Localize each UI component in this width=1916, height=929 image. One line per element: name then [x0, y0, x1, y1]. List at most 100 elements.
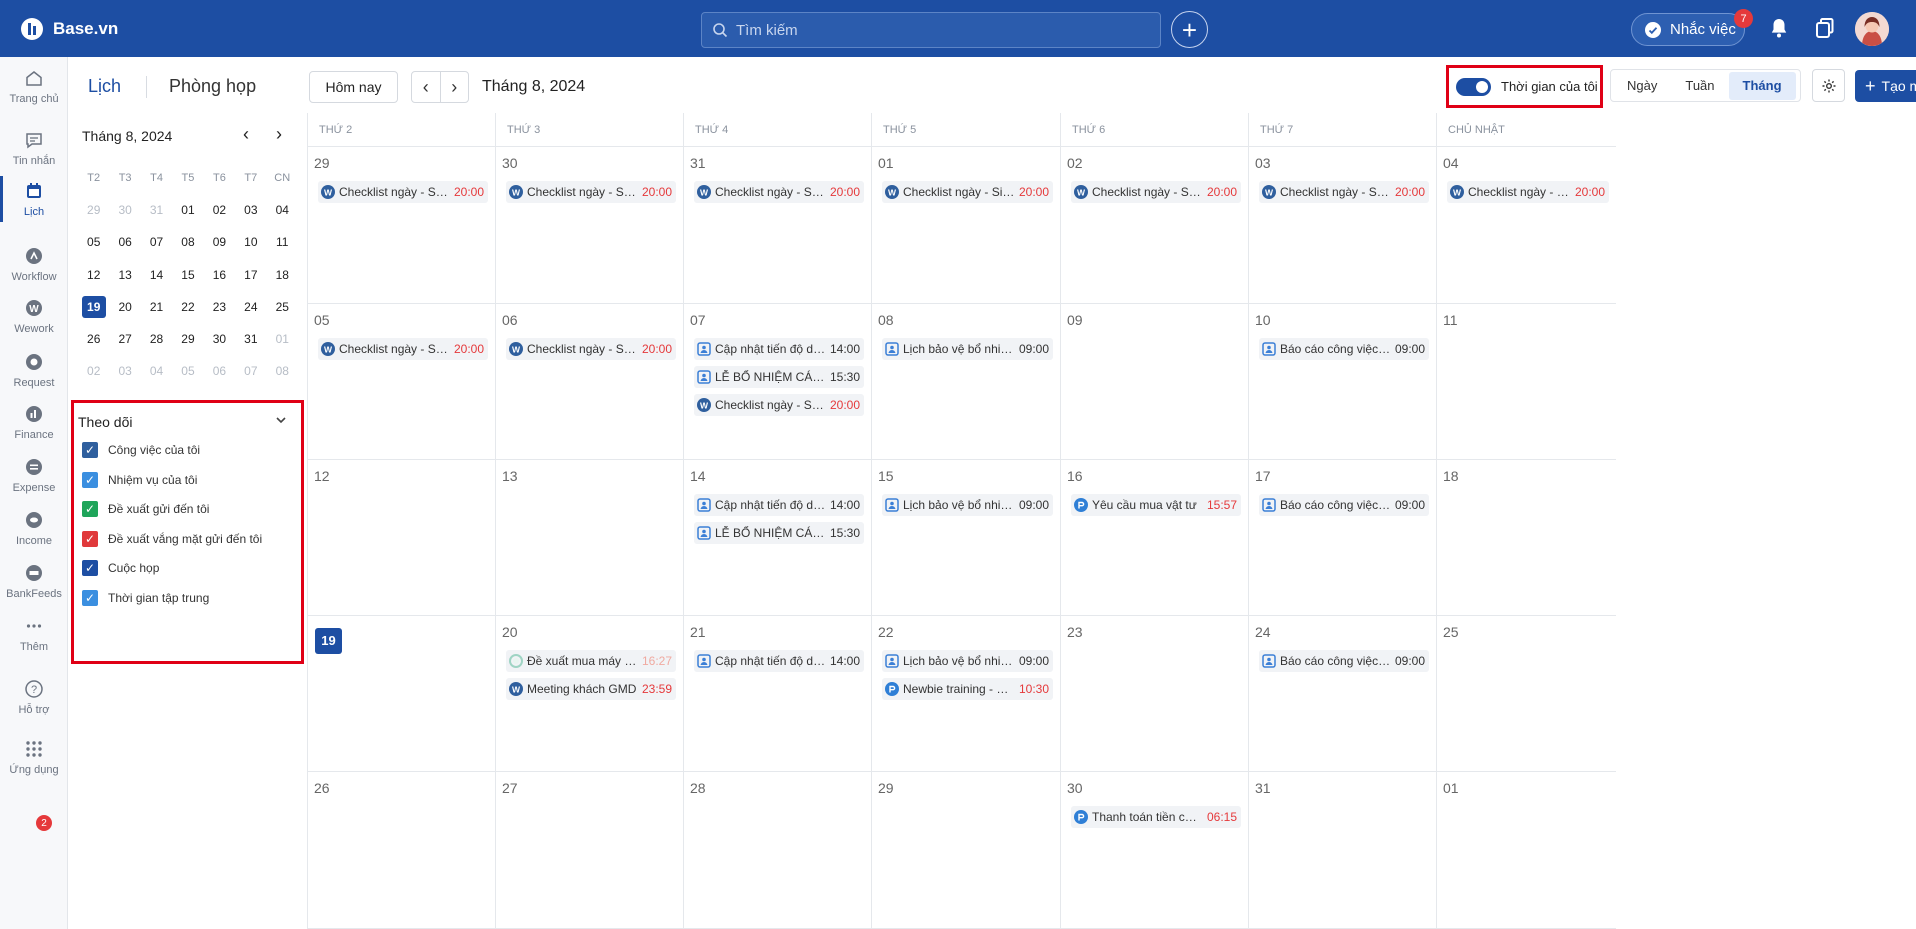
mini-day[interactable]: 29	[172, 332, 203, 346]
calendar-event[interactable]: Yêu cầu mua vật tư 15:57	[1071, 494, 1241, 516]
view-week[interactable]: Tuần	[1671, 72, 1728, 100]
day-number[interactable]: 31	[690, 155, 706, 171]
day-cell[interactable]: 25	[1436, 616, 1616, 772]
day-number[interactable]: 30	[502, 155, 518, 171]
create-new-button[interactable]: + Tạo mới ▼	[1855, 70, 1916, 102]
follow-item[interactable]: ✓ Thời gian tập trung	[82, 588, 209, 608]
quick-add-button[interactable]: +	[1171, 11, 1208, 48]
calendar-event[interactable]: Cập nhật tiến độ dự án CS...14:00	[694, 650, 864, 672]
day-cell[interactable]: 22Lịch bảo vệ bổ nhiệm CBQ...09:00Newbie…	[871, 616, 1060, 772]
follow-item[interactable]: ✓ Cuộc họp	[82, 558, 159, 578]
day-cell[interactable]: 30 Thanh toán tiền chi phí quả...06:15	[1060, 772, 1248, 929]
calendar-event[interactable]: Lịch bảo vệ bổ nhiệm CBQ...09:00	[882, 650, 1053, 672]
mini-day[interactable]: 12	[78, 268, 109, 282]
mini-prev-button[interactable]: ‹	[243, 124, 249, 145]
calendar-event[interactable]: W Checklist ngày - Siêu thị Đô...20:00	[318, 338, 488, 360]
day-number[interactable]: 05	[314, 312, 330, 328]
day-cell[interactable]: 04 W Checklist ngày - Siêu thị Đô...20:00	[1436, 147, 1616, 304]
mini-day[interactable]: 30	[204, 332, 235, 346]
day-cell[interactable]: 31	[1248, 772, 1436, 929]
mini-day[interactable]: 01	[172, 203, 203, 217]
my-time-toggle[interactable]	[1456, 77, 1491, 96]
day-number[interactable]: 24	[1255, 624, 1271, 640]
day-number[interactable]: 10	[1255, 312, 1271, 328]
prev-month-button[interactable]: ‹	[412, 72, 441, 102]
day-cell[interactable]: 05 W Checklist ngày - Siêu thị Đô...20:00	[307, 304, 495, 460]
chevron-down-icon[interactable]	[275, 414, 287, 429]
checkbox-checked-icon[interactable]: ✓	[82, 471, 98, 488]
day-number[interactable]: 18	[1443, 468, 1459, 484]
mini-day[interactable]: 08	[267, 364, 298, 378]
mini-day[interactable]: 31	[235, 332, 266, 346]
day-cell[interactable]: 27	[495, 772, 683, 929]
calendar-event[interactable]: Cập nhật tiến độ dự án CS...14:00	[694, 338, 864, 360]
day-cell[interactable]: 10 Báo cáo công việc phòng K...09:00	[1248, 304, 1436, 460]
calendar-event[interactable]: W Checklist ngày - Siêu thị Đô...20:00	[506, 338, 676, 360]
checkbox-checked-icon[interactable]: ✓	[82, 442, 98, 458]
tab-calendar[interactable]: Lịch	[88, 76, 121, 97]
mini-day[interactable]: 15	[172, 268, 203, 282]
day-cell[interactable]: 29 W Checklist ngày - Siêu thị Đô...20:00	[307, 147, 495, 304]
day-number[interactable]: 13	[502, 468, 518, 484]
rail-item-expense[interactable]: Expense	[0, 446, 68, 504]
day-number[interactable]: 01	[878, 155, 894, 171]
day-cell[interactable]: 19	[307, 616, 495, 772]
day-cell[interactable]: 21 Cập nhật tiến độ dự án CS...14:00	[683, 616, 871, 772]
calendar-event[interactable]: W Checklist ngày - Siêu thị Đô...20:00	[882, 181, 1053, 203]
app-logo[interactable]: Base.vn	[20, 16, 118, 42]
rail-item-income[interactable]: Income	[0, 499, 68, 557]
calendar-event[interactable]: W Meeting khách GMD 23:59	[506, 678, 676, 700]
day-cell[interactable]: 11	[1436, 304, 1616, 460]
mini-day[interactable]: 23	[204, 300, 235, 314]
day-cell[interactable]: 02 W Checklist ngày - Siêu thị Đô...20:00	[1060, 147, 1248, 304]
tab-meeting-rooms[interactable]: Phòng họp	[169, 76, 256, 97]
mini-day[interactable]: 11	[267, 235, 298, 249]
day-cell[interactable]: 26	[307, 772, 495, 929]
mini-next-button[interactable]: ›	[276, 124, 282, 145]
day-cell[interactable]: 28	[683, 772, 871, 929]
rail-item-home[interactable]: Trang chủ	[0, 57, 68, 115]
calendar-event[interactable]: Lịch bảo vệ bổ nhiệm CBQ...09:00	[882, 494, 1053, 516]
documents-icon[interactable]	[1813, 16, 1837, 40]
mini-day[interactable]: 29	[78, 203, 109, 217]
day-cell[interactable]: 17 Báo cáo công việc phòng K...09:00	[1248, 460, 1436, 616]
day-number[interactable]: 16	[1067, 468, 1083, 484]
calendar-event[interactable]: Lịch bảo vệ bổ nhiệm CBQ...09:00	[882, 338, 1053, 360]
rail-item-apps[interactable]: Ứng dụng	[0, 728, 68, 786]
day-number[interactable]: 30	[1067, 780, 1083, 796]
mini-day[interactable]: 10	[235, 235, 266, 249]
rail-item-wework[interactable]: W Wework	[0, 287, 68, 345]
day-number[interactable]: 22	[878, 624, 894, 640]
day-number[interactable]: 09	[1067, 312, 1083, 328]
day-cell[interactable]: 31 W Checklist ngày - Siêu thị Đô...20:00	[683, 147, 871, 304]
checkbox-checked-icon[interactable]: ✓	[82, 560, 98, 576]
mini-day[interactable]: 04	[267, 203, 298, 217]
calendar-event[interactable]: Cập nhật tiến độ dự án CS...14:00	[694, 494, 864, 516]
mini-day[interactable]: 25	[267, 300, 298, 314]
day-cell[interactable]: 08 Lịch bảo vệ bổ nhiệm CBQ...09:00	[871, 304, 1060, 460]
day-number[interactable]: 06	[502, 312, 518, 328]
day-cell[interactable]: 18	[1436, 460, 1616, 616]
rail-item-workflow[interactable]: Workflow	[0, 235, 68, 293]
day-number[interactable]: 21	[690, 624, 706, 640]
today-day-number[interactable]: 19	[315, 628, 342, 654]
mini-day[interactable]: 06	[109, 235, 140, 249]
day-number[interactable]: 28	[690, 780, 706, 796]
day-number[interactable]: 15	[878, 468, 894, 484]
day-cell[interactable]: 06 W Checklist ngày - Siêu thị Đô...20:00	[495, 304, 683, 460]
mini-day[interactable]: 21	[141, 300, 172, 314]
day-number[interactable]: 01	[1443, 780, 1459, 796]
day-cell[interactable]: 29	[871, 772, 1060, 929]
mini-day[interactable]: 08	[172, 235, 203, 249]
mini-day[interactable]: 03	[109, 364, 140, 378]
mini-day[interactable]: 31	[141, 203, 172, 217]
day-number[interactable]: 04	[1443, 155, 1459, 171]
calendar-event[interactable]: W Checklist ngày - Siêu thị Đô...20:00	[1447, 181, 1609, 203]
calendar-event[interactable]: LỄ BỔ NHIỆM CÁN BỘ QU...15:30	[694, 522, 864, 544]
day-cell[interactable]: 07Cập nhật tiến độ dự án CS...14:00LỄ BỔ…	[683, 304, 871, 460]
mini-day[interactable]: 19	[78, 295, 109, 318]
mini-day[interactable]: 20	[109, 300, 140, 314]
day-cell[interactable]: 01	[1436, 772, 1616, 929]
day-number[interactable]: 02	[1067, 155, 1083, 171]
mini-day[interactable]: 27	[109, 332, 140, 346]
